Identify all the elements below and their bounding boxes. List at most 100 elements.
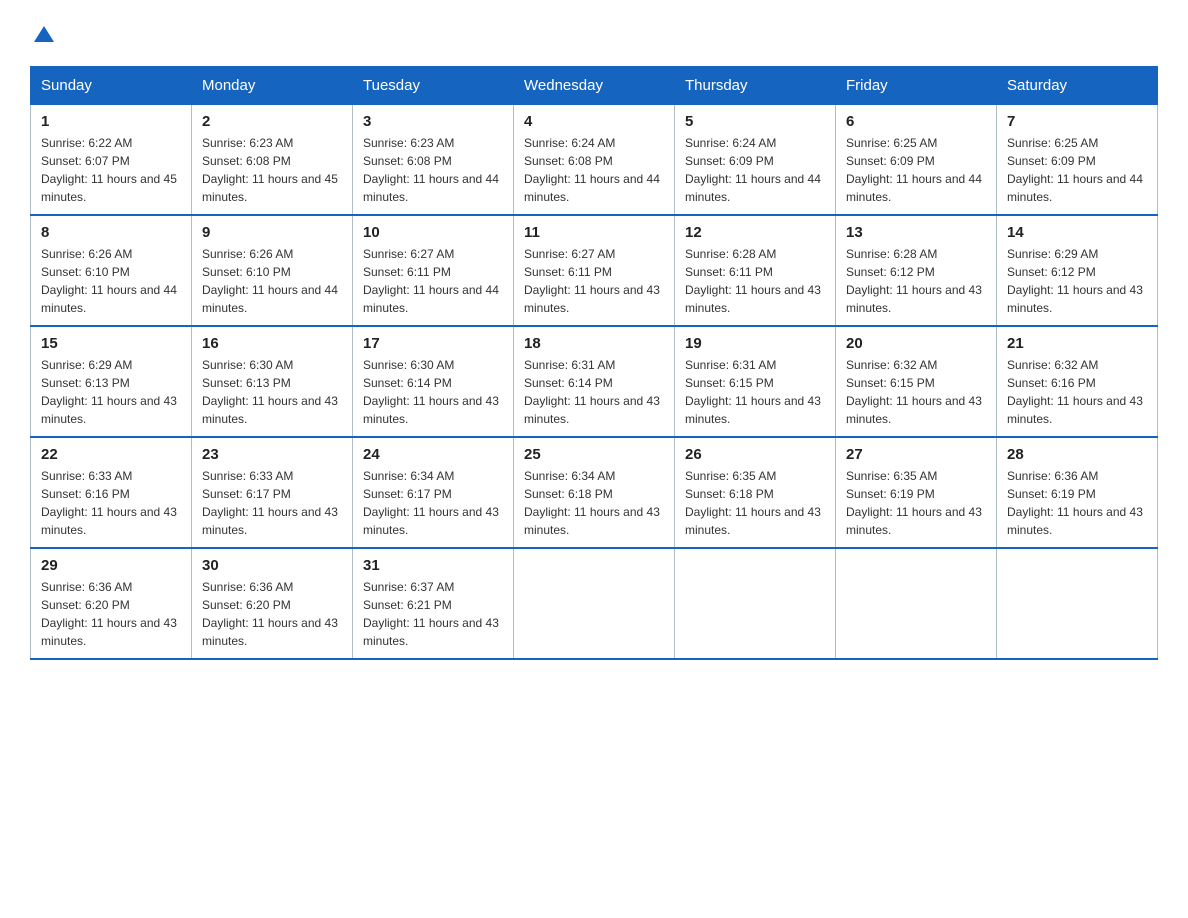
calendar-week-1: 1 Sunrise: 6:22 AMSunset: 6:07 PMDaylight…	[31, 105, 1158, 216]
calendar-week-2: 8Sunrise: 6:26 AMSunset: 6:10 PMDaylight…	[31, 215, 1158, 326]
calendar-cell: 27 Sunrise: 6:35 AMSunset: 6:19 PMDayligh…	[836, 437, 997, 548]
logo	[30, 20, 56, 46]
day-number: 29	[41, 557, 181, 574]
day-info: Sunrise: 6:31 AMSunset: 6:14 PMDaylight:…	[524, 356, 664, 428]
day-info: Sunrise: 6:33 AMSunset: 6:17 PMDaylight:…	[202, 467, 342, 539]
day-info: Sunrise: 6:28 AMSunset: 6:12 PMDaylight:…	[846, 245, 986, 317]
calendar-cell: 6 Sunrise: 6:25 AMSunset: 6:09 PMDaylight…	[836, 105, 997, 216]
day-number: 26	[685, 446, 825, 463]
day-info: Sunrise: 6:36 AMSunset: 6:19 PMDaylight:…	[1007, 467, 1147, 539]
calendar-cell: 9 Sunrise: 6:26 AMSunset: 6:10 PMDaylight…	[192, 215, 353, 326]
day-number: 11	[524, 224, 664, 241]
calendar-cell: 3Sunrise: 6:23 AMSunset: 6:08 PMDaylight…	[353, 105, 514, 216]
calendar-cell: 26 Sunrise: 6:35 AMSunset: 6:18 PMDayligh…	[675, 437, 836, 548]
calendar-week-3: 15 Sunrise: 6:29 AMSunset: 6:13 PMDayligh…	[31, 326, 1158, 437]
day-info: Sunrise: 6:35 AMSunset: 6:19 PMDaylight:…	[846, 467, 986, 539]
day-info: Sunrise: 6:25 AMSunset: 6:09 PMDaylight:…	[846, 134, 986, 206]
calendar-cell: 17 Sunrise: 6:30 AMSunset: 6:14 PMDayligh…	[353, 326, 514, 437]
day-info: Sunrise: 6:35 AMSunset: 6:18 PMDaylight:…	[685, 467, 825, 539]
calendar-cell	[997, 548, 1158, 659]
day-info: Sunrise: 6:32 AMSunset: 6:15 PMDaylight:…	[846, 356, 986, 428]
calendar-cell: 23Sunrise: 6:33 AMSunset: 6:17 PMDayligh…	[192, 437, 353, 548]
day-info: Sunrise: 6:26 AMSunset: 6:10 PMDaylight:…	[41, 245, 181, 317]
calendar-table: SundayMondayTuesdayWednesdayThursdayFrid…	[30, 66, 1158, 660]
calendar-cell: 11Sunrise: 6:27 AMSunset: 6:11 PMDayligh…	[514, 215, 675, 326]
calendar-cell: 22 Sunrise: 6:33 AMSunset: 6:16 PMDayligh…	[31, 437, 192, 548]
day-number: 15	[41, 335, 181, 352]
column-header-tuesday: Tuesday	[353, 67, 514, 105]
day-info: Sunrise: 6:29 AMSunset: 6:12 PMDaylight:…	[1007, 245, 1147, 317]
day-number: 31	[363, 557, 503, 574]
day-number: 30	[202, 557, 342, 574]
day-number: 2	[202, 113, 342, 130]
day-info: Sunrise: 6:24 AMSunset: 6:09 PMDaylight:…	[685, 134, 825, 206]
calendar-cell: 29 Sunrise: 6:36 AMSunset: 6:20 PMDayligh…	[31, 548, 192, 659]
day-info: Sunrise: 6:30 AMSunset: 6:13 PMDaylight:…	[202, 356, 342, 428]
day-info: Sunrise: 6:29 AMSunset: 6:13 PMDaylight:…	[41, 356, 181, 428]
day-info: Sunrise: 6:36 AMSunset: 6:20 PMDaylight:…	[41, 578, 181, 650]
calendar-cell: 19Sunrise: 6:31 AMSunset: 6:15 PMDayligh…	[675, 326, 836, 437]
calendar-week-5: 29 Sunrise: 6:36 AMSunset: 6:20 PMDayligh…	[31, 548, 1158, 659]
calendar-cell: 12 Sunrise: 6:28 AMSunset: 6:11 PMDayligh…	[675, 215, 836, 326]
calendar-cell: 18Sunrise: 6:31 AMSunset: 6:14 PMDayligh…	[514, 326, 675, 437]
day-info: Sunrise: 6:37 AMSunset: 6:21 PMDaylight:…	[363, 578, 503, 650]
day-info: Sunrise: 6:33 AMSunset: 6:16 PMDaylight:…	[41, 467, 181, 539]
calendar-header-row: SundayMondayTuesdayWednesdayThursdayFrid…	[31, 67, 1158, 105]
calendar-cell: 21 Sunrise: 6:32 AMSunset: 6:16 PMDayligh…	[997, 326, 1158, 437]
day-number: 6	[846, 113, 986, 130]
column-header-saturday: Saturday	[997, 67, 1158, 105]
day-number: 12	[685, 224, 825, 241]
calendar-cell	[675, 548, 836, 659]
day-number: 10	[363, 224, 503, 241]
day-number: 28	[1007, 446, 1147, 463]
page-header	[30, 20, 1158, 46]
day-info: Sunrise: 6:25 AMSunset: 6:09 PMDaylight:…	[1007, 134, 1147, 206]
day-number: 24	[363, 446, 503, 463]
day-number: 27	[846, 446, 986, 463]
day-number: 25	[524, 446, 664, 463]
column-header-monday: Monday	[192, 67, 353, 105]
calendar-cell	[836, 548, 997, 659]
day-info: Sunrise: 6:28 AMSunset: 6:11 PMDaylight:…	[685, 245, 825, 317]
column-header-sunday: Sunday	[31, 67, 192, 105]
calendar-cell: 31 Sunrise: 6:37 AMSunset: 6:21 PMDayligh…	[353, 548, 514, 659]
day-number: 17	[363, 335, 503, 352]
day-number: 1	[41, 113, 181, 130]
calendar-cell: 16Sunrise: 6:30 AMSunset: 6:13 PMDayligh…	[192, 326, 353, 437]
day-info: Sunrise: 6:23 AMSunset: 6:08 PMDaylight:…	[363, 134, 503, 206]
day-info: Sunrise: 6:34 AMSunset: 6:18 PMDaylight:…	[524, 467, 664, 539]
calendar-cell: 13Sunrise: 6:28 AMSunset: 6:12 PMDayligh…	[836, 215, 997, 326]
calendar-cell: 20Sunrise: 6:32 AMSunset: 6:15 PMDayligh…	[836, 326, 997, 437]
day-info: Sunrise: 6:22 AMSunset: 6:07 PMDaylight:…	[41, 134, 181, 206]
calendar-cell: 1 Sunrise: 6:22 AMSunset: 6:07 PMDaylight…	[31, 105, 192, 216]
day-number: 21	[1007, 335, 1147, 352]
column-header-friday: Friday	[836, 67, 997, 105]
day-info: Sunrise: 6:27 AMSunset: 6:11 PMDaylight:…	[363, 245, 503, 317]
day-info: Sunrise: 6:34 AMSunset: 6:17 PMDaylight:…	[363, 467, 503, 539]
calendar-cell: 4 Sunrise: 6:24 AMSunset: 6:08 PMDaylight…	[514, 105, 675, 216]
calendar-week-4: 22 Sunrise: 6:33 AMSunset: 6:16 PMDayligh…	[31, 437, 1158, 548]
calendar-cell: 5 Sunrise: 6:24 AMSunset: 6:09 PMDaylight…	[675, 105, 836, 216]
calendar-cell: 28 Sunrise: 6:36 AMSunset: 6:19 PMDayligh…	[997, 437, 1158, 548]
day-info: Sunrise: 6:30 AMSunset: 6:14 PMDaylight:…	[363, 356, 503, 428]
column-header-wednesday: Wednesday	[514, 67, 675, 105]
day-number: 14	[1007, 224, 1147, 241]
calendar-cell: 7 Sunrise: 6:25 AMSunset: 6:09 PMDaylight…	[997, 105, 1158, 216]
day-number: 4	[524, 113, 664, 130]
day-number: 5	[685, 113, 825, 130]
calendar-cell: 30Sunrise: 6:36 AMSunset: 6:20 PMDayligh…	[192, 548, 353, 659]
calendar-cell: 14 Sunrise: 6:29 AMSunset: 6:12 PMDayligh…	[997, 215, 1158, 326]
day-number: 7	[1007, 113, 1147, 130]
day-number: 9	[202, 224, 342, 241]
day-info: Sunrise: 6:24 AMSunset: 6:08 PMDaylight:…	[524, 134, 664, 206]
day-info: Sunrise: 6:31 AMSunset: 6:15 PMDaylight:…	[685, 356, 825, 428]
column-header-thursday: Thursday	[675, 67, 836, 105]
day-info: Sunrise: 6:32 AMSunset: 6:16 PMDaylight:…	[1007, 356, 1147, 428]
day-number: 22	[41, 446, 181, 463]
calendar-cell: 8Sunrise: 6:26 AMSunset: 6:10 PMDaylight…	[31, 215, 192, 326]
logo-triangle-icon	[32, 22, 56, 46]
day-info: Sunrise: 6:26 AMSunset: 6:10 PMDaylight:…	[202, 245, 342, 317]
calendar-cell: 24 Sunrise: 6:34 AMSunset: 6:17 PMDayligh…	[353, 437, 514, 548]
calendar-cell: 15 Sunrise: 6:29 AMSunset: 6:13 PMDayligh…	[31, 326, 192, 437]
calendar-cell	[514, 548, 675, 659]
